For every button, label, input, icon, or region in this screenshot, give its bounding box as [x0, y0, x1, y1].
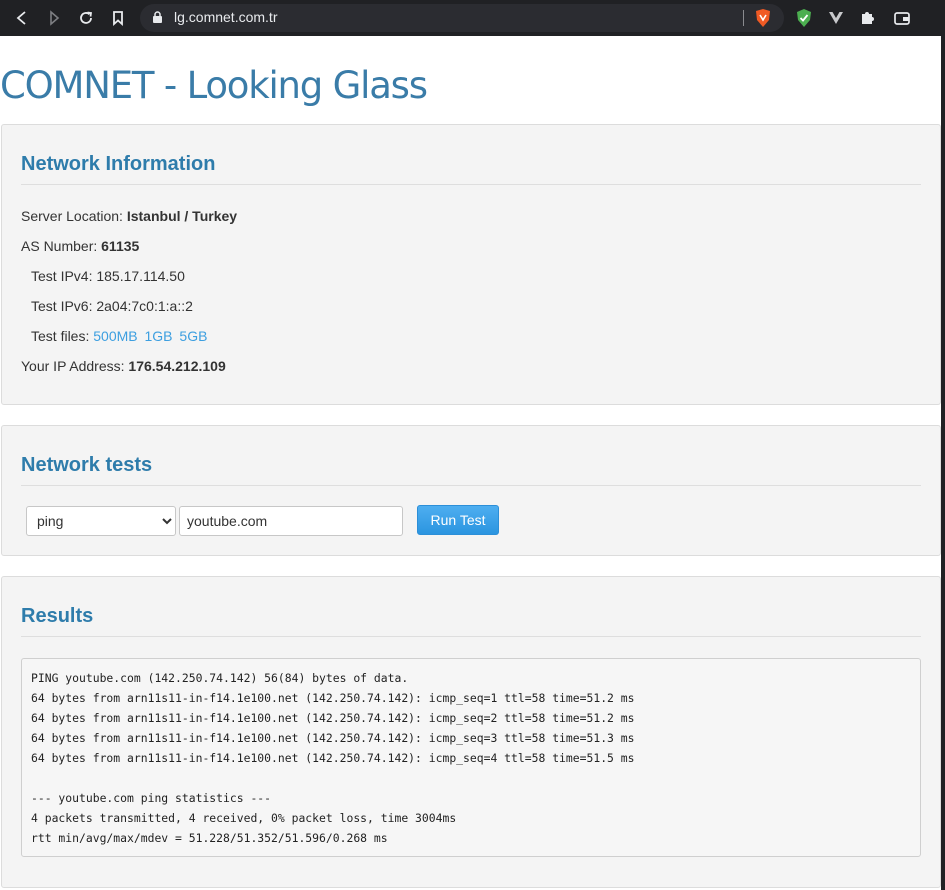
divider: [21, 636, 921, 637]
url-separator: [743, 10, 744, 26]
brave-shield-icon[interactable]: [754, 8, 772, 33]
divider: [21, 485, 921, 486]
bookmark-icon[interactable]: [106, 6, 130, 30]
server-location-value: Istanbul / Turkey: [126, 208, 238, 224]
network-tests-heading: Network tests: [21, 454, 153, 476]
as-number-value: 61135: [101, 238, 140, 254]
server-location-row: Server Location: Istanbul / Turkey: [21, 208, 237, 224]
test-ipv4-label: Test IPv4:: [31, 268, 93, 284]
test-ipv4-row: Test IPv4: 185.17.114.50: [31, 268, 185, 284]
server-location-label: Server Location:: [21, 208, 123, 224]
page-title: COMNET - Looking Glass: [0, 64, 428, 107]
test-ipv6-label: Test IPv6:: [31, 298, 93, 314]
test-method-select[interactable]: ping: [26, 506, 176, 536]
test-file-5gb-link[interactable]: 5GB: [179, 328, 207, 344]
as-number-label: AS Number:: [21, 238, 98, 254]
test-ipv6-row: Test IPv6: 2a04:7c0:1:a::2: [31, 298, 193, 314]
your-ip-row: Your IP Address: 176.54.212.109: [21, 358, 226, 374]
network-information-heading: Network Information: [21, 153, 216, 175]
extensions-icon[interactable]: [856, 6, 880, 30]
test-file-500mb-link[interactable]: 500MB: [93, 328, 137, 344]
test-files-label: Test files:: [31, 328, 90, 344]
test-ipv6-value: 2a04:7c0:1:a::2: [96, 298, 193, 314]
network-information-panel: Network Information Server Location: Ist…: [1, 124, 941, 405]
address-bar[interactable]: lg.comnet.com.tr: [140, 4, 784, 32]
test-files-row: Test files: 500MB 1GB 5GB: [31, 328, 210, 344]
results-output: PING youtube.com (142.250.74.142) 56(84)…: [21, 658, 921, 857]
as-number-row: AS Number: 61135: [21, 238, 139, 254]
vivaldi-icon[interactable]: [824, 6, 848, 30]
reload-icon[interactable]: [74, 6, 98, 30]
test-ipv4-value: 185.17.114.50: [96, 268, 185, 284]
forward-icon[interactable]: [42, 6, 66, 30]
browser-toolbar: lg.comnet.com.tr: [0, 0, 945, 36]
results-heading: Results: [21, 605, 94, 627]
results-panel: Results PING youtube.com (142.250.74.142…: [1, 576, 941, 888]
window-edge: [941, 36, 945, 890]
divider: [21, 184, 921, 185]
adguard-icon[interactable]: [792, 6, 816, 30]
test-file-1gb-link[interactable]: 1GB: [145, 328, 173, 344]
wallet-icon[interactable]: [890, 6, 914, 30]
lock-icon: [152, 11, 163, 29]
your-ip-label: Your IP Address:: [21, 358, 125, 374]
network-tests-panel: Network tests ping Run Test: [1, 425, 941, 556]
your-ip-value: 176.54.212.109: [128, 358, 226, 374]
url-text: lg.comnet.com.tr: [174, 9, 278, 25]
run-test-button[interactable]: Run Test: [417, 505, 499, 535]
back-icon[interactable]: [10, 6, 34, 30]
target-host-input[interactable]: [179, 506, 403, 536]
